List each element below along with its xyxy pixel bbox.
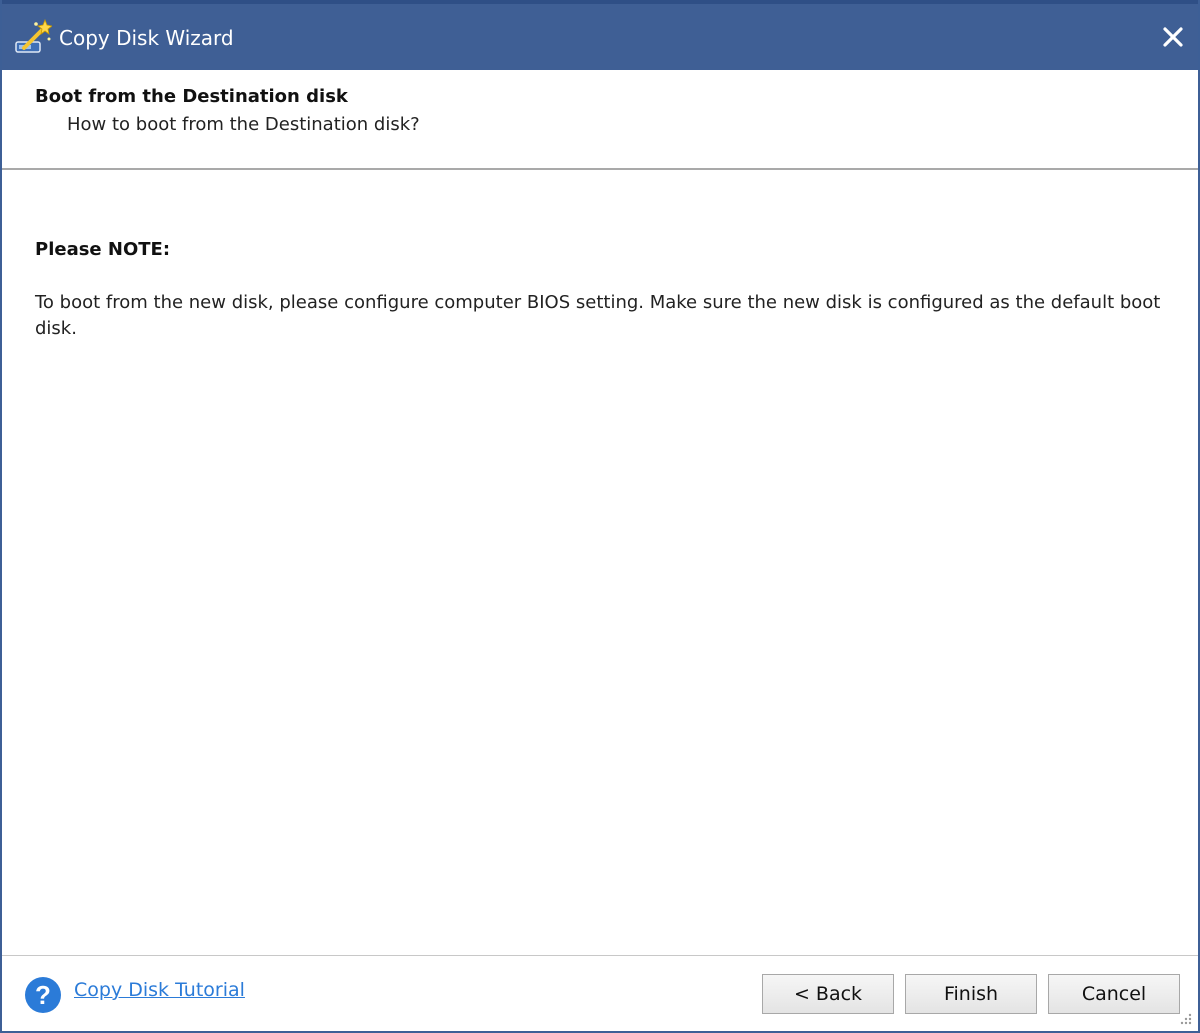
window-title: Copy Disk Wizard [59, 26, 234, 50]
note-title: Please NOTE: [35, 239, 171, 260]
footer-divider [2, 955, 1198, 956]
close-icon[interactable] [1154, 18, 1192, 56]
header-divider [2, 168, 1198, 170]
copy-disk-wizard-dialog: Copy Disk Wizard Boot from the Destinati… [0, 0, 1200, 1033]
question-mark-icon[interactable]: ? [24, 976, 62, 1014]
wizard-header: Boot from the Destination disk How to bo… [2, 70, 1198, 168]
copy-disk-tutorial-link[interactable]: Copy Disk Tutorial [74, 979, 245, 1001]
cancel-button[interactable]: Cancel [1048, 974, 1180, 1014]
back-button[interactable]: < Back [762, 974, 894, 1014]
finish-button[interactable]: Finish [905, 974, 1037, 1014]
resize-grip-icon[interactable] [1178, 1011, 1192, 1025]
wizard-wand-icon [15, 18, 52, 53]
header-title: Boot from the Destination disk [35, 86, 348, 107]
header-subtitle: How to boot from the Destination disk? [67, 114, 420, 135]
svg-text:?: ? [35, 980, 51, 1010]
note-body: To boot from the new disk, please config… [35, 292, 1161, 339]
title-bar[interactable]: Copy Disk Wizard [2, 0, 1198, 70]
